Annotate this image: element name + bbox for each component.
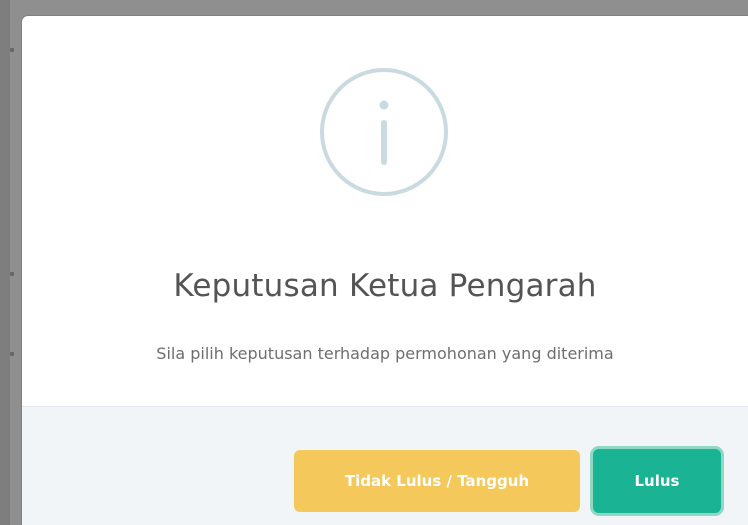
- reject-defer-button[interactable]: Tidak Lulus / Tangguh: [294, 450, 580, 512]
- background-page-fragment: [10, 48, 14, 52]
- background-page-fragment: [10, 272, 14, 276]
- dialog-subtitle: Sila pilih keputusan terhadap permohonan…: [156, 344, 614, 363]
- background-page-edge: [0, 0, 10, 525]
- dialog-footer: Tidak Lulus / Tangguh Lulus: [22, 406, 748, 525]
- dialog-title: Keputusan Ketua Pengarah: [173, 268, 597, 304]
- decision-dialog: Keputusan Ketua Pengarah Sila pilih kepu…: [22, 16, 748, 525]
- approve-button[interactable]: Lulus: [593, 449, 721, 513]
- info-circle-icon: [319, 67, 449, 197]
- background-page-fragment: [10, 352, 14, 356]
